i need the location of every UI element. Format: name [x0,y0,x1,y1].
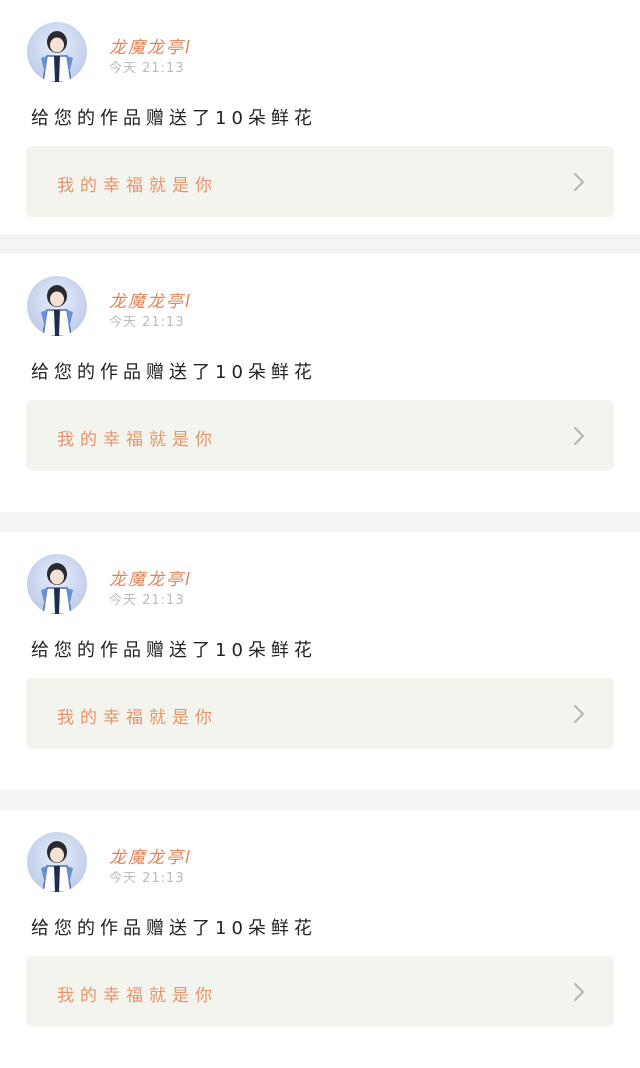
timestamp: 今天 21:13 [109,871,185,886]
user-name[interactable]: 龙魔龙亭l [109,33,192,58]
gift-work-title: 我的幸福就是你 [57,430,218,450]
avatar[interactable] [27,832,87,892]
avatar[interactable] [27,22,87,82]
divider [0,512,640,532]
chevron-right-icon [572,171,586,193]
chevron-right-icon [572,425,586,447]
gift-work-title: 我的幸福就是你 [57,986,218,1006]
divider [0,790,640,810]
avatar[interactable] [27,276,87,336]
anime-avatar-icon [41,841,73,892]
anime-avatar-icon [41,563,73,614]
user-name[interactable]: 龙魔龙亭l [109,843,192,868]
gift-work-link[interactable]: 我的幸福就是你 [26,146,614,217]
user-name[interactable]: 龙魔龙亭l [109,565,192,590]
avatar[interactable] [27,554,87,614]
gift-message: 给您的作品赠送了10朵鲜花 [31,918,317,939]
gift-message: 给您的作品赠送了10朵鲜花 [31,108,317,129]
gift-message: 给您的作品赠送了10朵鲜花 [31,640,317,661]
timestamp: 今天 21:13 [109,593,185,608]
user-name[interactable]: 龙魔龙亭l [109,287,192,312]
gift-work-title: 我的幸福就是你 [57,176,218,196]
gift-work-title: 我的幸福就是你 [57,708,218,728]
divider [0,234,640,254]
chevron-right-icon [572,703,586,725]
timestamp: 今天 21:13 [109,315,185,330]
gift-work-link[interactable]: 我的幸福就是你 [26,956,614,1027]
chevron-right-icon [572,981,586,1003]
gift-notification-card: 龙魔龙亭l 今天 21:13 给您的作品赠送了10朵鲜花 我的幸福就是你 [0,532,640,790]
gift-notification-card: 龙魔龙亭l 今天 21:13 给您的作品赠送了10朵鲜花 我的幸福就是你 [0,0,640,234]
gift-notification-card: 龙魔龙亭l 今天 21:13 给您的作品赠送了10朵鲜花 我的幸福就是你 [0,810,640,1068]
notification-feed: 龙魔龙亭l 今天 21:13 给您的作品赠送了10朵鲜花 我的幸福就是你 龙魔龙… [0,0,640,1068]
gift-work-link[interactable]: 我的幸福就是你 [26,678,614,749]
timestamp: 今天 21:13 [109,61,185,76]
gift-work-link[interactable]: 我的幸福就是你 [26,400,614,471]
gift-message: 给您的作品赠送了10朵鲜花 [31,362,317,383]
anime-avatar-icon [41,285,73,336]
anime-avatar-icon [41,31,73,82]
gift-notification-card: 龙魔龙亭l 今天 21:13 给您的作品赠送了10朵鲜花 我的幸福就是你 [0,254,640,512]
